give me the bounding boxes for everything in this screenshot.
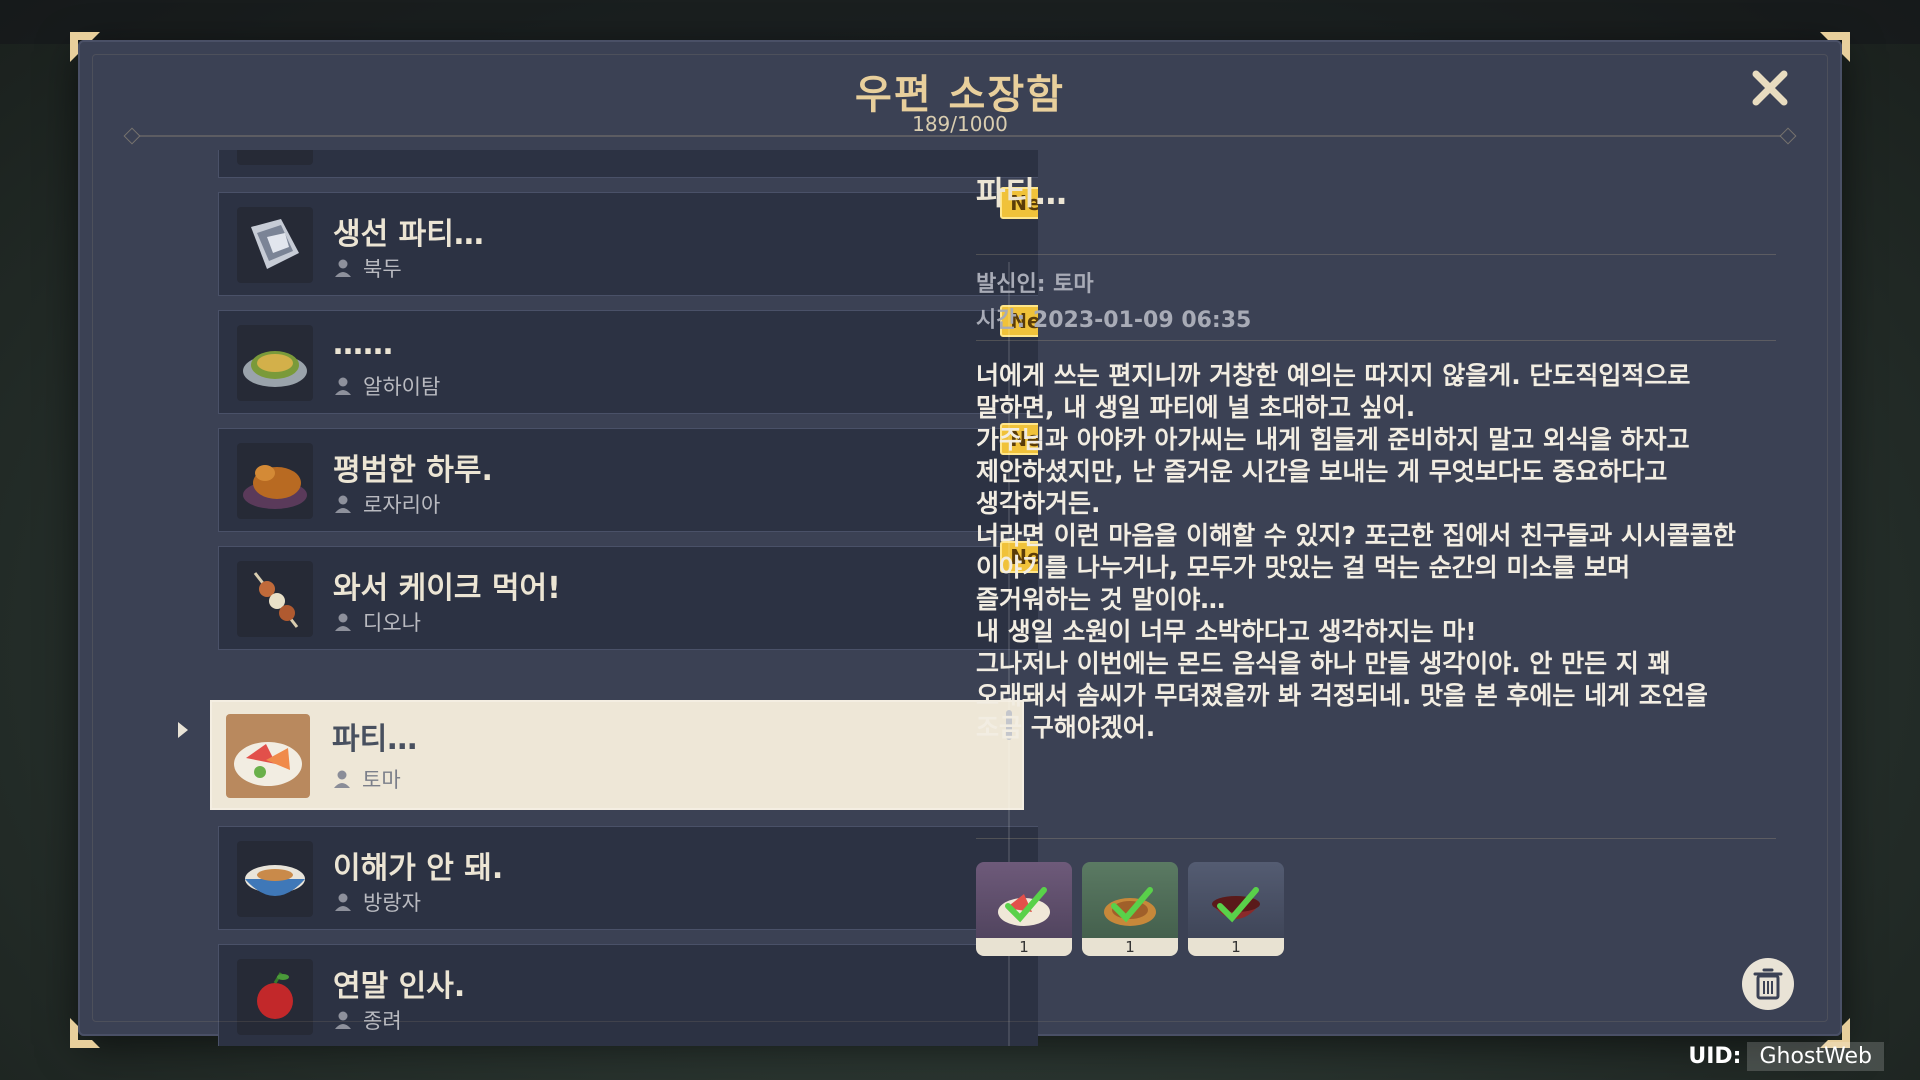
mail-title: 파티…	[332, 722, 418, 757]
corner-ornament-icon	[68, 30, 102, 64]
mail-count: 189/1000	[912, 112, 1008, 136]
list-item-selected[interactable]: 파티… 토마	[210, 700, 1024, 810]
trash-icon	[1753, 968, 1783, 1000]
list-item[interactable]: 연말 인사. 종려	[218, 944, 1038, 1046]
person-icon	[333, 376, 353, 396]
detail-title: 파티…	[976, 174, 1067, 212]
mail-collection-dialog: 우편 소장함 189/1000 생선 파티… 북두 New ……	[78, 40, 1842, 1046]
selection-arrow-icon	[176, 720, 190, 740]
omelette-dish-icon	[237, 325, 313, 401]
corner-ornament-icon	[68, 1016, 102, 1050]
close-icon	[1752, 70, 1788, 106]
person-icon	[333, 258, 353, 278]
attachment-item[interactable]: 1	[976, 862, 1072, 956]
detail-time: 시간: 2023-01-09 06:35	[976, 308, 1252, 333]
list-item[interactable]: 생선 파티… 북두 New	[218, 187, 1038, 296]
delete-button[interactable]	[1742, 958, 1794, 1010]
roast-chicken-icon	[237, 443, 313, 519]
sender-name: 디오나	[363, 611, 421, 635]
corner-ornament-icon	[1818, 30, 1852, 64]
detail-body: 너에게 쓰는 편지니까 거창한 예의는 따지지 않을게. 단도직입적으로 말하면…	[976, 361, 1736, 742]
mail-sender: 북두	[333, 253, 402, 283]
person-icon	[333, 494, 353, 514]
person-icon	[332, 769, 352, 789]
bowl-attachment-icon	[1212, 887, 1260, 923]
list-item[interactable]: 와서 케이크 먹어! 디오나 New	[218, 541, 1038, 650]
attachment-item[interactable]: 1	[1082, 862, 1178, 956]
list-item[interactable]: 이해가 안 돼. 방랑자	[218, 826, 1038, 930]
mail-title: ……	[333, 327, 393, 362]
sashimi-platter-icon	[226, 714, 310, 798]
uid-label: UID:	[1688, 1044, 1742, 1069]
list-item[interactable]: 평범한 하루. 로자리아 New	[218, 423, 1038, 532]
mail-thumbnail	[237, 150, 313, 165]
sender-name: 알하이탐	[363, 375, 441, 399]
mail-title: 이해가 안 돼.	[333, 851, 504, 886]
red-fruit-icon	[237, 959, 313, 1035]
detail-sender: 발신인: 토마	[976, 272, 1094, 297]
detail-divider	[976, 254, 1776, 255]
rice-bowl-icon	[237, 841, 313, 917]
mail-sender: 종려	[333, 1005, 402, 1035]
mail-sender: 로자리아	[333, 489, 440, 519]
skewer-icon	[237, 561, 313, 637]
attachment-quantity: 1	[1188, 938, 1284, 956]
sender-name: 토마	[362, 768, 401, 792]
mail-list: 생선 파티… 북두 New …… 알하이탐 New 평범한 하루.	[138, 150, 1038, 1046]
sashimi-attachment-icon	[998, 887, 1050, 926]
list-item-partial[interactable]	[218, 150, 1038, 178]
mail-sender: 방랑자	[333, 887, 421, 917]
uid-value: GhostWeb	[1747, 1042, 1884, 1071]
sender-name: 방랑자	[363, 891, 421, 915]
header-divider	[126, 135, 1794, 137]
fish-dish-icon	[237, 207, 313, 283]
mail-title: 평범한 하루.	[333, 453, 493, 488]
person-icon	[333, 1010, 353, 1030]
uid-display: UID: GhostWeb	[1688, 1042, 1884, 1071]
top-bar	[0, 0, 1920, 44]
detail-divider	[976, 340, 1776, 341]
close-button[interactable]	[1746, 64, 1794, 112]
attachment-quantity: 1	[1082, 938, 1178, 956]
mail-title: 생선 파티…	[333, 217, 484, 252]
mail-title: 연말 인사.	[333, 969, 466, 1004]
person-icon	[333, 612, 353, 632]
attachments: 1 1 1	[976, 862, 1284, 956]
mail-title: 와서 케이크 먹어!	[333, 571, 561, 606]
sender-name: 종려	[363, 1009, 402, 1033]
person-icon	[333, 892, 353, 912]
mail-sender: 알하이탐	[333, 371, 440, 401]
attachments-divider	[976, 838, 1776, 839]
list-item[interactable]: …… 알하이탐 New	[218, 305, 1038, 414]
plate-attachment-icon	[1104, 887, 1156, 926]
mail-detail-panel: 파티… 발신인: 토마 시간: 2023-01-09 06:35 너에게 쓰는 …	[966, 150, 1796, 1030]
attachment-quantity: 1	[976, 938, 1072, 956]
attachment-item[interactable]: 1	[1188, 862, 1284, 956]
mail-sender: 디오나	[333, 607, 421, 637]
mail-sender: 토마	[332, 764, 401, 794]
sender-name: 로자리아	[363, 493, 441, 517]
sender-name: 북두	[363, 257, 402, 281]
